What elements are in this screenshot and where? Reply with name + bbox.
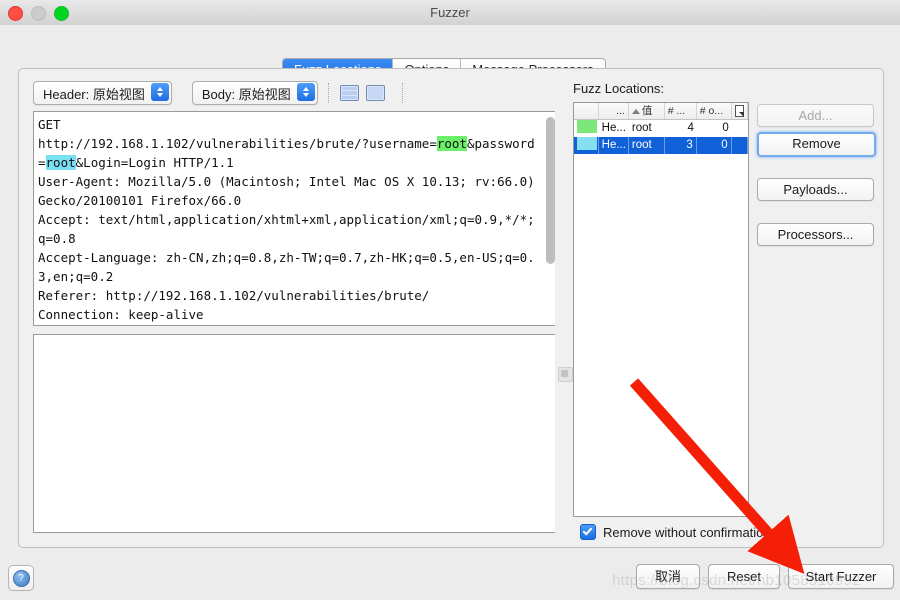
single-view-icon[interactable]	[366, 85, 385, 101]
color-swatch-green	[577, 120, 597, 133]
body-editor[interactable]	[33, 334, 560, 533]
chevron-updown-icon	[297, 83, 315, 101]
table-header-row: ... 值 # ... # o...	[574, 103, 748, 120]
table-row[interactable]: He... root 3 0	[574, 137, 748, 154]
fuzz-locations-label: Fuzz Locations:	[573, 81, 664, 96]
row-processor-count: 0	[697, 137, 732, 154]
row-processor-count: 0	[697, 120, 732, 137]
column-config-icon[interactable]	[732, 103, 748, 119]
processors-button[interactable]: Processors...	[757, 223, 874, 246]
row-spacer	[732, 120, 748, 137]
row-location: He...	[599, 137, 629, 154]
header-view-select[interactable]: Header: 原始视图	[33, 81, 172, 105]
fuzzer-window: Fuzzer Fuzz Locations Options Message Pr…	[0, 0, 900, 600]
window-title: Fuzzer	[0, 0, 900, 25]
row-value: root	[629, 120, 665, 137]
fuzz-highlight-password[interactable]: root	[46, 155, 76, 170]
column-header-swatch[interactable]	[574, 103, 599, 119]
tab-bar: Fuzz Locations Options Message Processor…	[0, 25, 900, 54]
window-titlebar: Fuzzer	[0, 0, 900, 26]
help-question-icon: ?	[13, 570, 30, 587]
view-toolbar: Header: 原始视图 Body: 原始视图	[33, 81, 414, 105]
payloads-button[interactable]: Payloads...	[757, 178, 874, 201]
checkbox-box[interactable]	[580, 524, 596, 540]
row-value: root	[629, 137, 665, 154]
reset-button[interactable]: Reset	[708, 564, 780, 589]
header-view-value: Header: 原始视图	[43, 84, 145, 103]
row-location: He...	[599, 120, 629, 137]
row-payload-count: 3	[665, 137, 697, 154]
fuzz-locations-panel: Header: 原始视图 Body: 原始视图 GET http://192.1…	[18, 68, 884, 548]
row-payload-count: 4	[665, 120, 697, 137]
fuzz-highlight-username[interactable]: root	[437, 136, 467, 151]
remove-without-confirmation-checkbox[interactable]: Remove without confirmation	[580, 524, 771, 540]
request-text: GET http://192.168.1.102/vulnerabilities…	[38, 115, 538, 326]
pane-splitter[interactable]	[555, 109, 573, 533]
help-button[interactable]: ?	[8, 565, 34, 591]
row-spacer	[732, 137, 748, 154]
request-part-1: GET http://192.168.1.102/vulnerabilities…	[38, 117, 437, 151]
column-header-payloads[interactable]: # ...	[665, 103, 697, 119]
body-view-value: Body: 原始视图	[202, 84, 291, 103]
split-view-icon[interactable]	[340, 85, 359, 101]
sort-ascending-icon	[632, 109, 640, 114]
body-view-select[interactable]: Body: 原始视图	[192, 81, 318, 105]
checkbox-label: Remove without confirmation	[603, 525, 771, 540]
splitter-grip-button[interactable]	[558, 367, 573, 382]
request-part-3: &Login=Login HTTP/1.1 User-Agent: Mozill…	[38, 155, 542, 326]
table-row[interactable]: He... root 4 0	[574, 120, 748, 137]
toolbar-divider	[402, 83, 404, 103]
column-header-processors[interactable]: # o...	[697, 103, 732, 119]
column-header-value[interactable]: 值	[629, 103, 665, 119]
row-swatch	[574, 137, 599, 154]
add-button[interactable]: Add...	[757, 104, 874, 127]
fuzz-locations-table[interactable]: ... 值 # ... # o... He... root 4 0 He... …	[573, 102, 749, 517]
body-text	[34, 335, 559, 343]
column-header-location[interactable]: ...	[599, 103, 629, 119]
color-swatch-cyan	[577, 137, 597, 150]
column-header-value-label: 值	[642, 105, 653, 117]
chevron-updown-icon	[151, 83, 169, 101]
request-scrollbar-thumb[interactable]	[546, 117, 555, 264]
row-swatch	[574, 120, 599, 137]
start-fuzzer-button[interactable]: Start Fuzzer	[788, 564, 894, 589]
remove-button[interactable]: Remove	[757, 132, 876, 157]
toolbar-divider	[328, 83, 330, 103]
cancel-button[interactable]: 取消	[636, 564, 700, 589]
request-editor[interactable]: GET http://192.168.1.102/vulnerabilities…	[33, 111, 560, 326]
